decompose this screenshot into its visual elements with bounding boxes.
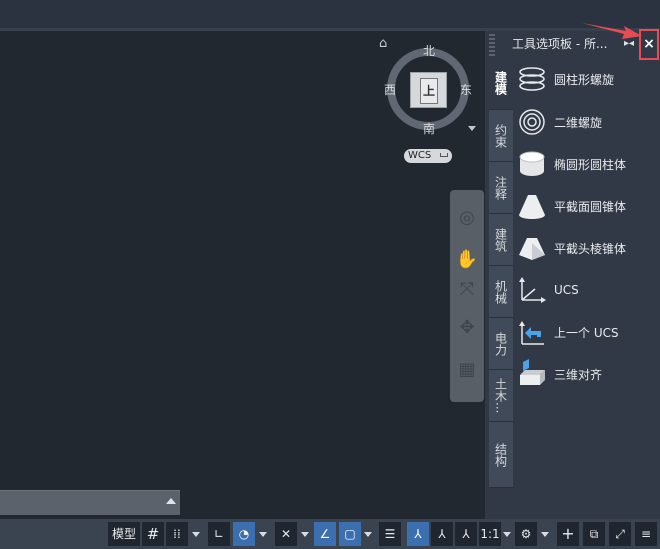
- snap-icon[interactable]: ⁞⁞: [166, 522, 188, 546]
- palette-item-frustum-pyramid[interactable]: 平截头棱锥体: [516, 231, 656, 265]
- compass-north[interactable]: 北: [423, 42, 435, 59]
- palette-item-label: 平截头棱锥体: [554, 241, 627, 256]
- palette-item-label: 平截面圆锥体: [554, 199, 627, 214]
- tab-constraints[interactable]: 约束: [489, 110, 513, 162]
- viewcube-menu-icon[interactable]: [468, 126, 476, 131]
- 3d-align-icon: [516, 358, 548, 390]
- showmotion-icon[interactable]: ▦: [455, 358, 479, 382]
- compass-south[interactable]: 南: [423, 120, 435, 137]
- infer-constraints-icon[interactable]: ∟: [208, 522, 230, 546]
- annotation-visibility-icon[interactable]: ⅄: [407, 522, 429, 546]
- menu-icon[interactable]: ≡: [635, 522, 657, 546]
- ucs-icon: [516, 274, 548, 306]
- fullscreen-icon[interactable]: ⤢: [609, 522, 631, 546]
- model-space-button[interactable]: 模型: [108, 522, 140, 546]
- steering-wheel-icon[interactable]: ◎: [455, 206, 479, 230]
- tab-architectural[interactable]: 建筑: [489, 214, 513, 266]
- lineweight-icon[interactable]: ☰: [379, 522, 401, 546]
- palette-item-3d-align[interactable]: 三维对齐: [516, 357, 656, 391]
- palette-item-ucs[interactable]: UCS: [516, 273, 656, 307]
- ucs-previous-icon: [516, 316, 548, 348]
- helix-icon: [516, 63, 548, 95]
- red-pointer-arrow-icon: [582, 23, 642, 39]
- navigation-bar: ◎ ✋ ⤧ ✥ ▦: [450, 190, 484, 402]
- tab-structural[interactable]: 结构: [489, 422, 513, 488]
- plus-icon[interactable]: +: [557, 522, 579, 546]
- tab-annotation[interactable]: 注释: [489, 162, 513, 214]
- home-icon[interactable]: ⌂: [379, 36, 387, 51]
- frustum-pyramid-icon: [516, 232, 548, 264]
- auto-scale-icon[interactable]: ⅄: [431, 522, 453, 546]
- palette-item-label: 上一个 UCS: [554, 325, 619, 340]
- ortho-polar-icon[interactable]: ◔: [233, 522, 255, 546]
- chevron-down-icon[interactable]: [364, 532, 372, 537]
- spiral-icon: [516, 106, 548, 138]
- zoom-extents-icon[interactable]: ⤧: [455, 278, 479, 302]
- command-history-arrow-icon[interactable]: [166, 498, 176, 504]
- tab-modeling[interactable]: 建模: [489, 56, 513, 110]
- palette-item-elliptical-cylinder[interactable]: 椭圆形圆柱体: [516, 147, 656, 181]
- compass-east[interactable]: 东: [460, 81, 472, 98]
- object-snap-tracking-icon[interactable]: ∠: [314, 522, 336, 546]
- viewcube[interactable]: 上: [410, 72, 447, 108]
- palette-item-frustum-cone[interactable]: 平截面圆锥体: [516, 189, 656, 223]
- annotation-scale-icon[interactable]: ⅄: [455, 522, 477, 546]
- isodraft-icon[interactable]: ✕: [275, 522, 297, 546]
- compass-west[interactable]: 西: [384, 81, 396, 98]
- tab-civil[interactable]: 土木...: [489, 370, 513, 422]
- grid-icon[interactable]: #: [142, 522, 164, 546]
- orbit-icon[interactable]: ✥: [455, 316, 479, 340]
- viewcube-face[interactable]: 上: [420, 78, 438, 104]
- chevron-down-icon[interactable]: [301, 532, 309, 537]
- chevron-down-icon[interactable]: [259, 532, 267, 537]
- wcs-label: WCS: [408, 150, 432, 161]
- scale-selector[interactable]: 1:1: [479, 522, 501, 546]
- palette-item-label: UCS: [554, 283, 579, 297]
- elliptical-cylinder-icon: [516, 148, 548, 180]
- palette-item-helix[interactable]: 圆柱形螺旋: [516, 62, 656, 96]
- ribbon-bar: [0, 0, 660, 28]
- palette-item-label: 二维螺旋: [554, 115, 603, 130]
- tab-electrical[interactable]: 电力: [489, 318, 513, 370]
- chevron-down-icon[interactable]: [503, 532, 511, 537]
- isolate-objects-icon[interactable]: ⧉: [583, 522, 605, 546]
- chevron-down-icon: [440, 153, 448, 157]
- wcs-menu[interactable]: WCS: [404, 149, 452, 163]
- object-snap-icon[interactable]: ▢: [339, 522, 361, 546]
- close-button[interactable]: ×: [639, 29, 659, 60]
- frustum-cone-icon: [516, 190, 548, 222]
- palette-item-label: 椭圆形圆柱体: [554, 157, 627, 172]
- palette-item-spiral[interactable]: 二维螺旋: [516, 105, 656, 139]
- palette-item-ucs-previous[interactable]: 上一个 UCS: [516, 315, 656, 349]
- pan-hand-icon[interactable]: ✋: [455, 248, 479, 272]
- palette-item-label: 圆柱形螺旋: [554, 72, 615, 87]
- chevron-down-icon[interactable]: [192, 532, 200, 537]
- palette-item-label: 三维对齐: [554, 367, 603, 382]
- chevron-down-icon[interactable]: [541, 532, 549, 537]
- tab-mechanical[interactable]: 机械: [489, 266, 513, 318]
- command-line[interactable]: [0, 490, 180, 515]
- gear-icon[interactable]: ⚙: [515, 522, 537, 546]
